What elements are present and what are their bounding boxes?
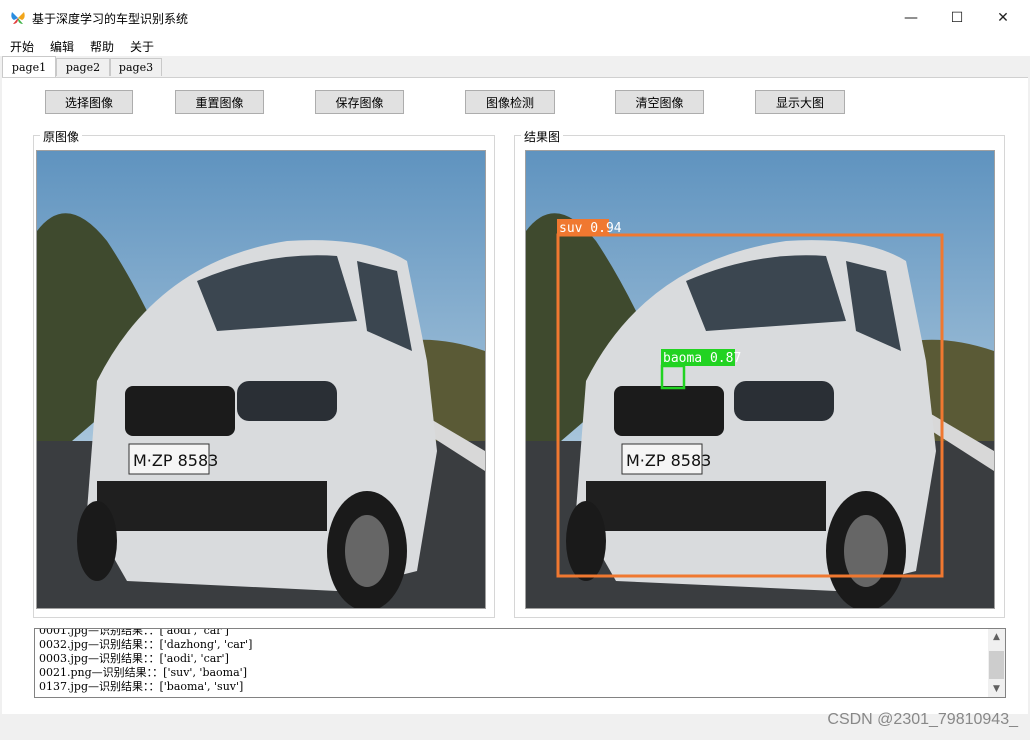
original-image: M·ZP 8583 <box>36 150 486 609</box>
minimize-button[interactable]: — <box>888 0 934 36</box>
log-scrollbar[interactable]: ▲ ▼ <box>988 629 1005 697</box>
detect-image-button[interactable]: 图像检测 <box>465 90 555 114</box>
close-button[interactable]: ✕ <box>980 0 1026 36</box>
select-image-button[interactable]: 选择图像 <box>45 90 133 114</box>
license-plate-text: M·ZP 8583 <box>626 451 711 470</box>
chevron-down-icon[interactable]: ▼ <box>988 682 1005 696</box>
result-log[interactable]: 0001.jpg—识别结果：：['aodi', 'car'] 0032.jpg—… <box>34 628 1006 698</box>
maximize-icon: ☐ <box>950 10 964 26</box>
original-image-label: 原图像 <box>40 128 83 145</box>
tab-page3[interactable]: page3 <box>110 58 162 76</box>
tab-panel-page1: 选择图像 重置图像 保存图像 图像检测 清空图像 显示大图 原图像 M·ZP 8… <box>2 77 1028 714</box>
tab-page1[interactable]: page1 <box>2 56 56 77</box>
tab-bar: page1 page2 page3 <box>0 56 1030 78</box>
menu-bar: 开始 编辑 帮助 关于 <box>0 36 1030 56</box>
watermark: CSDN @2301_79810943_ <box>827 711 1018 728</box>
log-line: 0032.jpg—识别结果：：['dazhong', 'car'] <box>39 638 253 651</box>
save-image-button[interactable]: 保存图像 <box>315 90 404 114</box>
chevron-up-icon[interactable]: ▲ <box>988 630 1005 644</box>
title-bar: 基于深度学习的车型识别系统 — ☐ ✕ <box>0 0 1030 36</box>
menu-start[interactable]: 开始 <box>10 38 34 55</box>
detection-label-suv: suv 0.94 <box>559 221 622 236</box>
detection-label-baoma: baoma 0.87 <box>663 351 741 366</box>
result-image-group: 结果图 M·ZP 8583 suv 0.94 baoma 0.87 <box>514 128 1005 618</box>
window-title: 基于深度学习的车型识别系统 <box>32 12 189 26</box>
result-photo: M·ZP 8583 suv 0.94 baoma 0.87 <box>526 151 994 608</box>
license-plate-text: M·ZP 8583 <box>133 451 218 470</box>
show-large-button[interactable]: 显示大图 <box>755 90 845 114</box>
log-line: 0001.jpg—识别结果：：['aodi', 'car'] <box>39 628 229 637</box>
log-line: 0021.png—识别结果：：['suv', 'baoma'] <box>39 666 247 679</box>
log-lines: 0001.jpg—识别结果：：['aodi', 'car'] 0032.jpg—… <box>35 629 985 694</box>
result-image-label: 结果图 <box>521 128 564 145</box>
log-line: 0003.jpg—识别结果：：['aodi', 'car'] <box>39 652 229 665</box>
log-line: 0137.jpg—识别结果：：['baoma', 'suv'] <box>39 680 244 693</box>
scroll-thumb[interactable] <box>989 651 1004 679</box>
clear-image-button[interactable]: 清空图像 <box>615 90 704 114</box>
result-image: M·ZP 8583 suv 0.94 baoma 0.87 <box>525 150 995 609</box>
menu-edit[interactable]: 编辑 <box>50 38 74 55</box>
maximize-button[interactable]: ☐ <box>934 0 980 36</box>
menu-about[interactable]: 关于 <box>130 38 154 55</box>
tab-page2[interactable]: page2 <box>56 58 110 76</box>
butterfly-icon <box>11 12 25 24</box>
car-photo: M·ZP 8583 <box>37 151 485 608</box>
close-icon: ✕ <box>997 10 1009 26</box>
reset-image-button[interactable]: 重置图像 <box>175 90 264 114</box>
original-image-group: 原图像 M·ZP 8583 <box>33 128 495 618</box>
minimize-icon: — <box>904 10 918 26</box>
menu-help[interactable]: 帮助 <box>90 38 114 55</box>
